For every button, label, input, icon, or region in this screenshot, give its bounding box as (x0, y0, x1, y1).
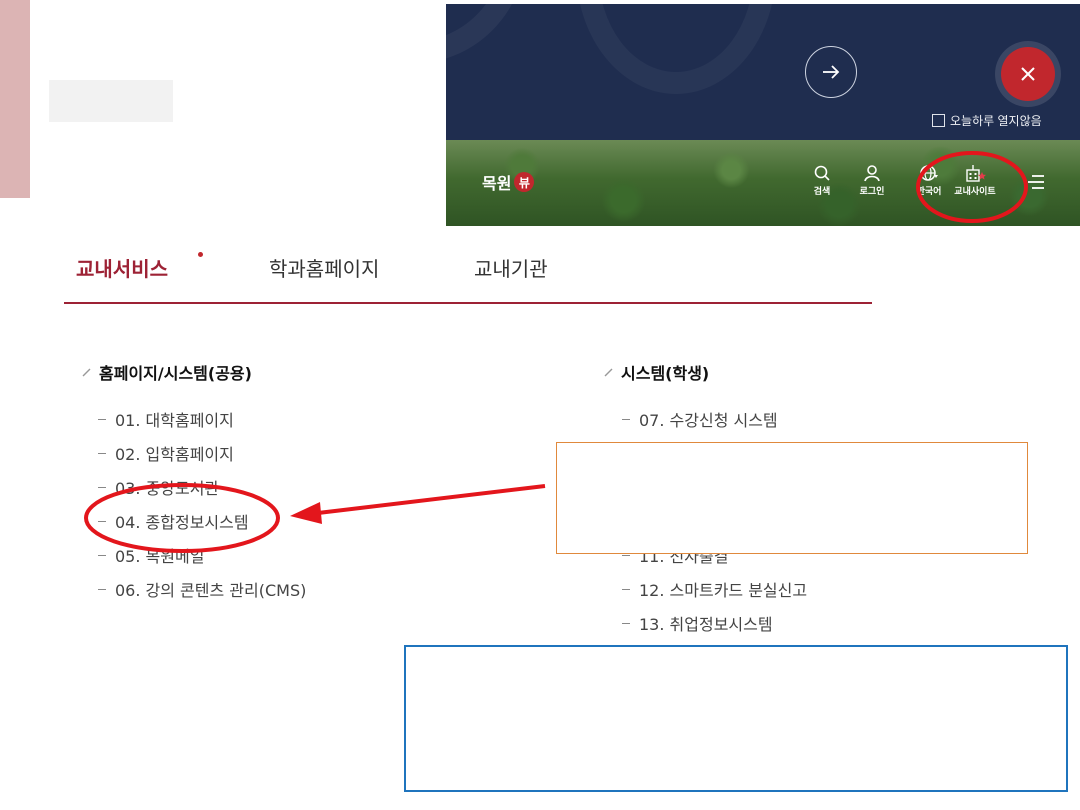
login-button[interactable]: 로그인 (852, 164, 892, 197)
dash-icon (622, 418, 630, 420)
list-item: 07. 수강신청 시스템 (622, 402, 807, 436)
language-label: 한국어 (916, 187, 942, 197)
campus-site-button[interactable]: 교내사이트 (954, 164, 996, 197)
campus-site-icon (966, 165, 986, 182)
tick-mark-icon (82, 368, 91, 376)
language-button[interactable]: 한국어 (909, 164, 949, 197)
list-item: 03. 중앙도서관 (98, 470, 306, 504)
globe-icon (920, 165, 938, 181)
link-admission-homepage[interactable]: 02. 입학홈페이지 (115, 441, 234, 465)
dash-icon (622, 588, 630, 590)
close-button[interactable] (1001, 47, 1055, 101)
menu-icon[interactable] (1026, 172, 1046, 192)
decorative-ring (576, 4, 776, 94)
list-item: 02. 입학홈페이지 (98, 436, 306, 470)
link-list-common: 01. 대학홈페이지 02. 입학홈페이지 03. 중앙도서관 04. 종합정보… (98, 402, 306, 606)
link-lecture-cms[interactable]: 06. 강의 콘텐츠 관리(CMS) (115, 577, 306, 601)
link-university-homepage[interactable]: 01. 대학홈페이지 (115, 407, 234, 431)
link-smartcard-lost-report[interactable]: 12. 스마트카드 분실신고 (639, 577, 807, 601)
list-item: 13. 취업정보시스템 (622, 606, 807, 640)
dont-show-today-label: 오늘하루 열지않음 (950, 114, 1042, 128)
popup-banner: 오늘하루 열지않음 (446, 4, 1080, 140)
left-accent-strip (0, 0, 30, 198)
dash-icon (98, 418, 106, 420)
user-icon (864, 165, 880, 182)
annotation-arrow-shaft (317, 484, 546, 515)
campus-site-label: 교내사이트 (954, 187, 996, 197)
link-integrated-info-system[interactable]: 04. 종합정보시스템 (115, 509, 249, 533)
tick-mark-icon (604, 368, 613, 376)
link-course-registration[interactable]: 07. 수강신청 시스템 (639, 407, 778, 431)
login-label: 로그인 (859, 187, 885, 197)
dash-icon (98, 486, 106, 488)
list-item: 04. 종합정보시스템 (98, 504, 306, 538)
category-tabs: 교내서비스 학과홈페이지 교내기관 (64, 248, 872, 304)
arrow-right-icon (823, 65, 840, 79)
link-career-info-system[interactable]: 13. 취업정보시스템 (639, 611, 773, 635)
decorative-ring (446, 4, 526, 64)
search-label: 검색 (813, 187, 831, 197)
brand-logo[interactable]: 목원 뷰 (482, 170, 535, 194)
section-title-student: 시스템(학생) (604, 360, 709, 384)
dont-show-today-toggle[interactable]: 오늘하루 열지않음 (932, 112, 1042, 129)
dash-icon (622, 554, 630, 556)
tab-department-homepages[interactable]: 학과홈페이지 (269, 253, 379, 282)
list-item: 01. 대학홈페이지 (98, 402, 306, 436)
dash-icon (98, 588, 106, 590)
dash-icon (98, 520, 106, 522)
site-header-popup: 오늘하루 열지않음 목원 뷰 검색 로그인 한국어 교내사이트 (446, 4, 1080, 226)
active-tab-dot (198, 252, 203, 257)
tab-campus-institutions[interactable]: 교내기관 (474, 253, 548, 282)
next-button[interactable] (805, 46, 857, 98)
link-mokwon-mail[interactable]: 05. 목원메일 (115, 543, 204, 567)
redaction-box-orange (556, 442, 1028, 554)
tab-campus-services[interactable]: 교내서비스 (76, 253, 168, 282)
link-central-library[interactable]: 03. 중앙도서관 (115, 475, 219, 499)
dash-icon (622, 622, 630, 624)
nav-bar: 목원 뷰 검색 로그인 한국어 교내사이트 (446, 140, 1080, 226)
placeholder-box (49, 80, 173, 122)
redaction-box-blue (404, 645, 1068, 792)
close-icon (1021, 67, 1035, 81)
section-title-text: 홈페이지/시스템(공용) (99, 364, 252, 383)
search-button[interactable]: 검색 (802, 164, 842, 197)
brand-badge: 뷰 (514, 172, 535, 192)
dash-icon (98, 554, 106, 556)
list-item: 05. 목원메일 (98, 538, 306, 572)
dash-icon (98, 452, 106, 454)
list-item: 06. 강의 콘텐츠 관리(CMS) (98, 572, 306, 606)
dont-show-today-checkbox[interactable] (932, 114, 945, 127)
section-title-common: 홈페이지/시스템(공용) (82, 360, 252, 384)
list-item: 12. 스마트카드 분실신고 (622, 572, 807, 606)
brand-text: 목원 (482, 174, 512, 193)
section-title-text: 시스템(학생) (621, 364, 710, 383)
search-icon (814, 165, 830, 181)
